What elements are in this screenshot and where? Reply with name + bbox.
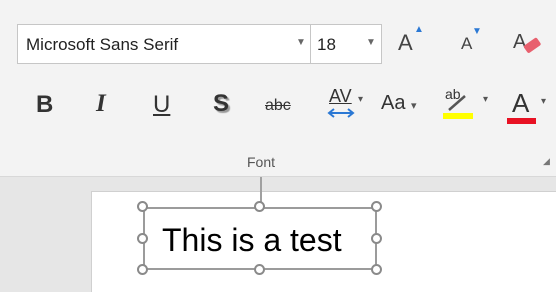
text-shadow-button[interactable]: S [213, 90, 229, 118]
font-name-value: Microsoft Sans Serif [26, 35, 179, 54]
font-color-button[interactable]: A ▾ [507, 88, 546, 128]
clear-formatting-button[interactable]: A [511, 28, 545, 58]
chevron-down-icon[interactable]: ▾ [358, 94, 363, 105]
chevron-down-icon[interactable]: ▼ [296, 37, 306, 48]
caret-down-icon: ▼ [472, 26, 482, 37]
character-spacing-label: AV [329, 86, 352, 106]
italic-button[interactable]: I [96, 90, 106, 118]
font-size-value: 18 [317, 35, 336, 54]
change-case-label: Aa [381, 92, 406, 114]
resize-handle-bottom-left[interactable] [137, 264, 148, 275]
increase-font-size-button[interactable]: A ▲ [398, 24, 424, 56]
resize-handle-bottom-right[interactable] [371, 264, 382, 275]
double-arrow-icon [327, 108, 355, 118]
font-name-combobox[interactable]: Microsoft Sans Serif ▼ [17, 24, 311, 64]
ribbon-divider [0, 176, 556, 177]
bold-button[interactable]: B [36, 91, 53, 119]
font-size-combobox[interactable]: 18 ▼ [311, 24, 382, 64]
resize-handle-bottom-center[interactable] [254, 264, 265, 275]
text-box-content[interactable]: This is a test [162, 222, 342, 259]
underline-button[interactable]: U [153, 91, 170, 119]
font-color-letter: A [512, 88, 530, 118]
strikethrough-button[interactable]: abc [265, 97, 291, 115]
resize-handle-middle-left[interactable] [137, 233, 148, 244]
decrease-font-size-button[interactable]: A ▼ [461, 26, 482, 54]
chevron-down-icon[interactable]: ▼ [366, 37, 376, 48]
font-ribbon-group: Microsoft Sans Serif ▼ 18 ▼ A ▲ A ▼ A B … [0, 0, 556, 176]
chevron-down-icon[interactable]: ▾ [483, 94, 488, 105]
font-group-label: Font [247, 154, 276, 170]
text-highlight-color-button[interactable]: ab ▾ [443, 86, 488, 128]
svg-text:A: A [513, 31, 527, 53]
character-spacing-button[interactable]: AV ▾ [326, 86, 370, 126]
resize-handle-middle-right[interactable] [371, 233, 382, 244]
change-case-button[interactable]: Aa ▾ [381, 92, 417, 115]
shrink-letter: A [461, 34, 473, 53]
grow-letter: A [398, 30, 413, 55]
caret-up-icon: ▲ [414, 24, 424, 35]
clear-formatting-icon: A [513, 31, 541, 53]
resize-handle-top-right[interactable] [371, 201, 382, 212]
chevron-down-icon[interactable]: ▾ [541, 96, 546, 107]
resize-handle-top-center[interactable] [254, 201, 265, 212]
dialog-launcher-icon[interactable]: ◢ [543, 156, 550, 167]
chevron-down-icon[interactable]: ▾ [411, 100, 417, 112]
resize-handle-top-left[interactable] [137, 201, 148, 212]
highlighter-pen-icon [443, 95, 473, 119]
font-color-swatch [507, 118, 536, 124]
